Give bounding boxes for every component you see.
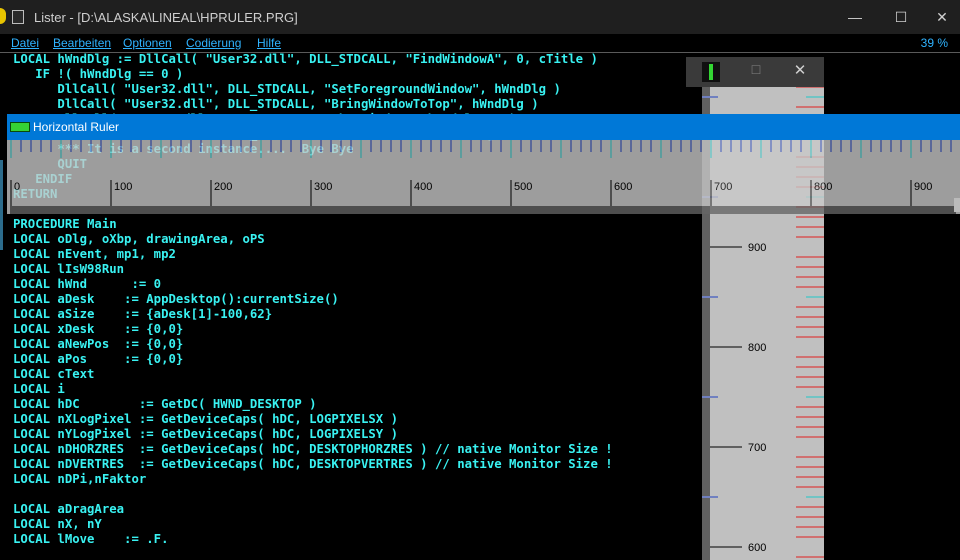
menu-bar: Datei Bearbeiten Optionen Codierung Hilf… [0,34,960,53]
code-line: LOCAL nDVERTRES := GetDeviceCaps( hDC, D… [13,457,613,471]
ruler-label: 800 [814,181,832,193]
ruler-label: 600 [748,542,766,554]
ruler-label: 0 [14,181,20,193]
horizontal-ruler-titlebar[interactable]: Horizontal Ruler [7,114,960,140]
ruler-app-icon [702,62,720,82]
code-line: LOCAL xDesk := {0,0} [13,322,184,336]
vertical-ruler-close-button[interactable]: ✕ [786,61,814,83]
code-line: LOCAL nXLogPixel := GetDeviceCaps( hDC, … [13,412,398,426]
menu-bearbeiten[interactable]: Bearbeiten [53,36,111,50]
ruler-label: 500 [514,181,532,193]
code-line: LOCAL cText [13,367,95,381]
code-line: LOCAL nDPi,nFaktor [13,472,147,486]
code-line: LOCAL aDesk := AppDesktop():currentSize(… [13,292,339,306]
code-line: LOCAL nDHORZRES := GetDeviceCaps( hDC, D… [13,442,613,456]
code-line: LOCAL nX, nY [13,517,102,531]
code-line: LOCAL lIsW98Run [13,262,125,276]
code-line: LOCAL hDC := GetDC( HWND_DESKTOP ) [13,397,317,411]
app-icon [0,8,6,24]
menu-codierung[interactable]: Codierung [186,36,241,50]
code-line: LOCAL aPos := {0,0} [13,352,184,366]
code-line: LOCAL hWndDlg := DllCall( "User32.dll", … [13,52,598,66]
code-line: IF !( hWndDlg == 0 ) [35,67,184,81]
code-line: PROCEDURE Main [13,217,117,231]
code-line: LOCAL hWnd := 0 [13,277,162,291]
maximize-button[interactable]: ☐ [878,0,924,34]
scroll-handle[interactable] [954,198,960,212]
menu-hilfe[interactable]: Hilfe [257,36,281,50]
minimize-button[interactable]: — [832,0,878,34]
ruler-label: 400 [414,181,432,193]
menu-datei[interactable]: Datei [11,36,39,50]
ruler-label: 700 [714,181,732,193]
ruler-label: 600 [614,181,632,193]
ruler-label: 100 [114,181,132,193]
close-button[interactable]: ✕ [924,0,960,34]
ruler-label: 900 [748,242,766,254]
ruler-label: 700 [748,442,766,454]
code-line: LOCAL nYLogPixel := GetDeviceCaps( hDC, … [13,427,398,441]
code-line: LOCAL i [13,382,65,396]
code-line: LOCAL aDragArea [13,502,125,516]
horizontal-ruler-ticks: 0 100 200 300 400 500 600 700 800 900 [10,140,956,214]
code-line: LOCAL nEvent, mp1, mp2 [13,247,176,261]
horizontal-ruler-window[interactable]: Horizontal Ruler 0 100 200 300 400 500 600 700 8… [7,114,960,214]
ruler-label: 800 [748,342,766,354]
ruler-label: 900 [914,181,932,193]
left-panel-edge [0,160,3,250]
vertical-ruler-maximize-button[interactable]: ☐ [744,63,768,83]
code-line: LOCAL aSize := {aDesk[1]-100,62} [13,307,273,321]
menu-optionen[interactable]: Optionen [123,36,172,50]
lister-titlebar[interactable]: Lister - [D:\ALASKA\LINEAL\HPRULER.PRG] … [0,0,960,34]
code-line: DllCall( "User32.dll", DLL_STDCALL, "Bri… [57,97,539,111]
zoom-level: 39 % [920,36,948,50]
horizontal-ruler-scale[interactable]: 0 100 200 300 400 500 600 700 800 900 [7,140,960,214]
code-line: DllCall( "User32.dll", DLL_STDCALL, "Set… [57,82,561,96]
window-title: Lister - [D:\ALASKA\LINEAL\HPRULER.PRG] [34,10,298,25]
document-icon [12,10,24,24]
ruler-label: 200 [214,181,232,193]
code-line: LOCAL aNewPos := {0,0} [13,337,184,351]
code-line: LOCAL lMove := .F. [13,532,169,546]
code-line: LOCAL oDlg, oXbp, drawingArea, oPS [13,232,265,246]
vertical-ruler-titlebar[interactable]: ☐ ✕ [686,57,824,87]
ruler-label: 300 [314,181,332,193]
horizontal-ruler-title: Horizontal Ruler [33,120,120,134]
ruler-app-icon [10,122,30,132]
